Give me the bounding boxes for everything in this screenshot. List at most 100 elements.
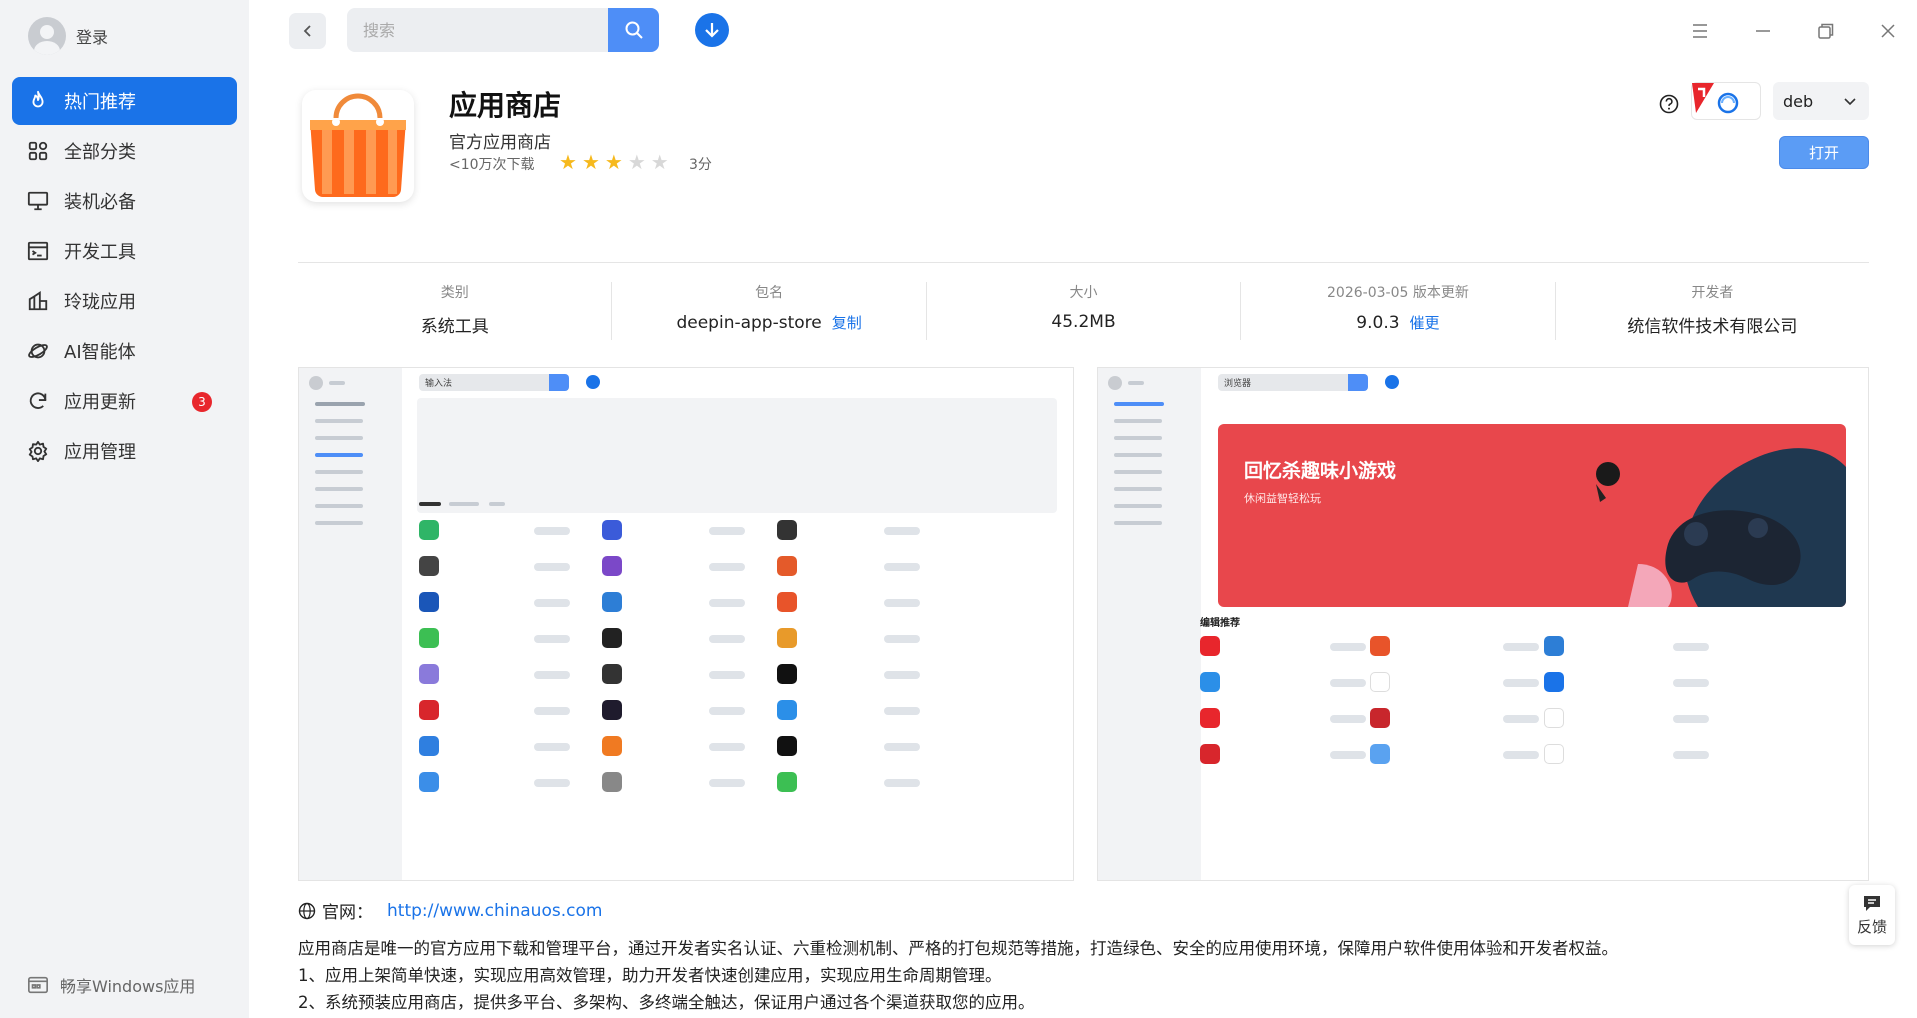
app-icon-store-bag [302,90,414,202]
screenshot-sidebar [299,368,402,880]
screenshot-avatar [1108,376,1122,390]
urge-update-link[interactable]: 催更 [1410,314,1440,332]
restore-icon [1818,23,1834,39]
app-title: 应用商店 [449,89,562,122]
screenshot-avatar [309,376,323,390]
gamepad-illustration [1596,448,1846,607]
menu-button[interactable] [1686,17,1714,45]
star-icon: ★ [650,150,669,174]
architecture-badge[interactable] [1691,82,1761,120]
sidebar-nav: 热门推荐 全部分类 装机必备 开发工具 玲珑应用 AI智能体 应用更新 3 应用… [12,77,237,477]
search-icon [625,21,643,39]
screenshot-banner: 回忆杀趣味小游戏 休闲益智轻松玩 [1218,424,1846,607]
windows-app-icon [26,973,50,997]
divider [298,262,1869,263]
login-label[interactable]: 登录 [76,24,108,48]
menu-icon [1693,24,1707,38]
star-icon: ★ [604,150,623,174]
info-category: 类别 系统工具 [298,282,613,340]
sidebar-item-label: AI智能体 [64,342,136,363]
info-label: 包名 [755,285,784,301]
topbar [249,0,1917,62]
rating-stars: ★ ★ ★ ★ ★ [559,152,674,172]
app-info-row: 类别 系统工具 包名 deepin-app-store 复制 大小 45.2MB … [298,282,1869,340]
search-input[interactable] [347,8,608,52]
info-label: 2026-03-05 版本更新 [1327,285,1469,301]
arrow-down-icon [705,23,719,38]
download-manager-button[interactable] [695,13,729,47]
info-size: 大小 45.2MB [927,282,1242,340]
description-paragraph: 1、应用上架简单快速，实现应用高效管理，助力开发者快速创建应用，实现应用生命周期… [298,966,1002,985]
screenshot-1[interactable]: 输入法 [298,367,1074,881]
info-value-row: 9.0.3 催更 [1241,312,1554,333]
screenshot-2[interactable]: 浏览器 回忆杀趣味小游戏 休闲益智轻松玩 编辑推荐 [1097,367,1869,881]
sidebar-item-ai-agent[interactable]: AI智能体 [12,327,237,375]
screenshot-text-line [1128,381,1144,385]
screenshot-category-panel [417,398,1057,513]
sidebar-item-label: 装机必备 [64,192,136,213]
chevron-down-icon [1844,98,1856,106]
description-paragraph: 应用商店是唯一的官方应用下载和管理平台，通过开发者实名认证、六重检测机制、严格的… [298,939,1618,958]
close-icon [1881,24,1895,38]
gear-icon [26,439,50,463]
download-count: <10万次下载 [449,157,535,173]
app-description: 应用商店是唯一的官方应用下载和管理平台，通过开发者实名认证、六重检测机制、严格的… [298,935,1868,1016]
screenshot-section-title: 编辑推荐 [1200,618,1240,629]
package-format-select[interactable]: deb [1773,82,1869,120]
info-value: 系统工具 [420,317,489,337]
info-package: 包名 deepin-app-store 复制 [612,282,927,340]
website-link[interactable]: http://www.chinauos.com [387,901,602,921]
windows-apps-label: 畅享Windows应用 [60,977,196,996]
feedback-label: 反馈 [1856,917,1887,936]
screenshot-sidebar [1098,368,1201,880]
maximize-button[interactable] [1812,17,1840,45]
sidebar-item-dev-tools[interactable]: 开发工具 [12,227,237,275]
screenshot-download-dot [586,375,600,389]
arch-logos-icon [1692,83,1739,114]
sidebar-item-app-management[interactable]: 应用管理 [12,427,237,475]
avatar[interactable] [28,17,66,55]
sidebar-item-label: 应用更新 [64,392,136,413]
official-website: 官网： http://www.chinauos.com [298,898,602,923]
screenshot-search-text: 输入法 [425,379,453,389]
planet-icon [26,339,50,363]
windows-apps-link[interactable]: 畅享Windows应用 [26,973,195,997]
login-area[interactable]: 登录 [28,17,108,55]
copy-link[interactable]: 复制 [832,314,862,332]
help-icon[interactable] [1658,93,1680,115]
sidebar-item-updates[interactable]: 应用更新 3 [12,377,237,425]
screenshot-download-dot [1385,375,1399,389]
linglong-icon [26,289,50,313]
info-label: 开发者 [1691,285,1734,301]
website-label: 官网： [322,903,373,923]
grid-icon [26,139,50,163]
app-subtitle: 官方应用商店 [449,133,551,153]
banner-subtitle: 休闲益智轻松玩 [1244,492,1321,505]
screenshot-search-button [1348,374,1368,391]
update-count-badge: 3 [192,392,212,412]
sidebar-item-label: 应用管理 [64,442,136,463]
minimize-button[interactable] [1749,17,1777,45]
info-version: 2026-03-05 版本更新 9.0.3 催更 [1241,282,1556,340]
package-format-value: deb [1783,91,1814,111]
info-developer: 开发者 统信软件技术有限公司 [1556,282,1869,340]
screenshot-text-line [329,381,345,385]
search-button[interactable] [608,8,659,52]
info-value: 统信软件技术有限公司 [1627,317,1798,337]
close-button[interactable] [1874,17,1902,45]
sidebar-item-label: 全部分类 [64,142,136,163]
info-label: 类别 [440,285,469,301]
sidebar-item-hot[interactable]: 热门推荐 [12,77,237,125]
sidebar-item-essentials[interactable]: 装机必备 [12,177,237,225]
refresh-icon [26,389,50,413]
back-button[interactable] [289,13,326,49]
sidebar-item-all-categories[interactable]: 全部分类 [12,127,237,175]
feedback-button[interactable]: 反馈 [1849,885,1895,945]
screenshot-search-text: 浏览器 [1224,379,1252,389]
sidebar: 登录 热门推荐 全部分类 装机必备 开发工具 玲珑应用 AI智能体 应用更新 3… [0,0,249,1018]
sidebar-item-linglong[interactable]: 玲珑应用 [12,277,237,325]
terminal-icon [26,239,50,263]
globe-icon [298,902,316,919]
info-value: 45.2MB [1051,312,1116,332]
open-button[interactable]: 打开 [1779,136,1869,169]
